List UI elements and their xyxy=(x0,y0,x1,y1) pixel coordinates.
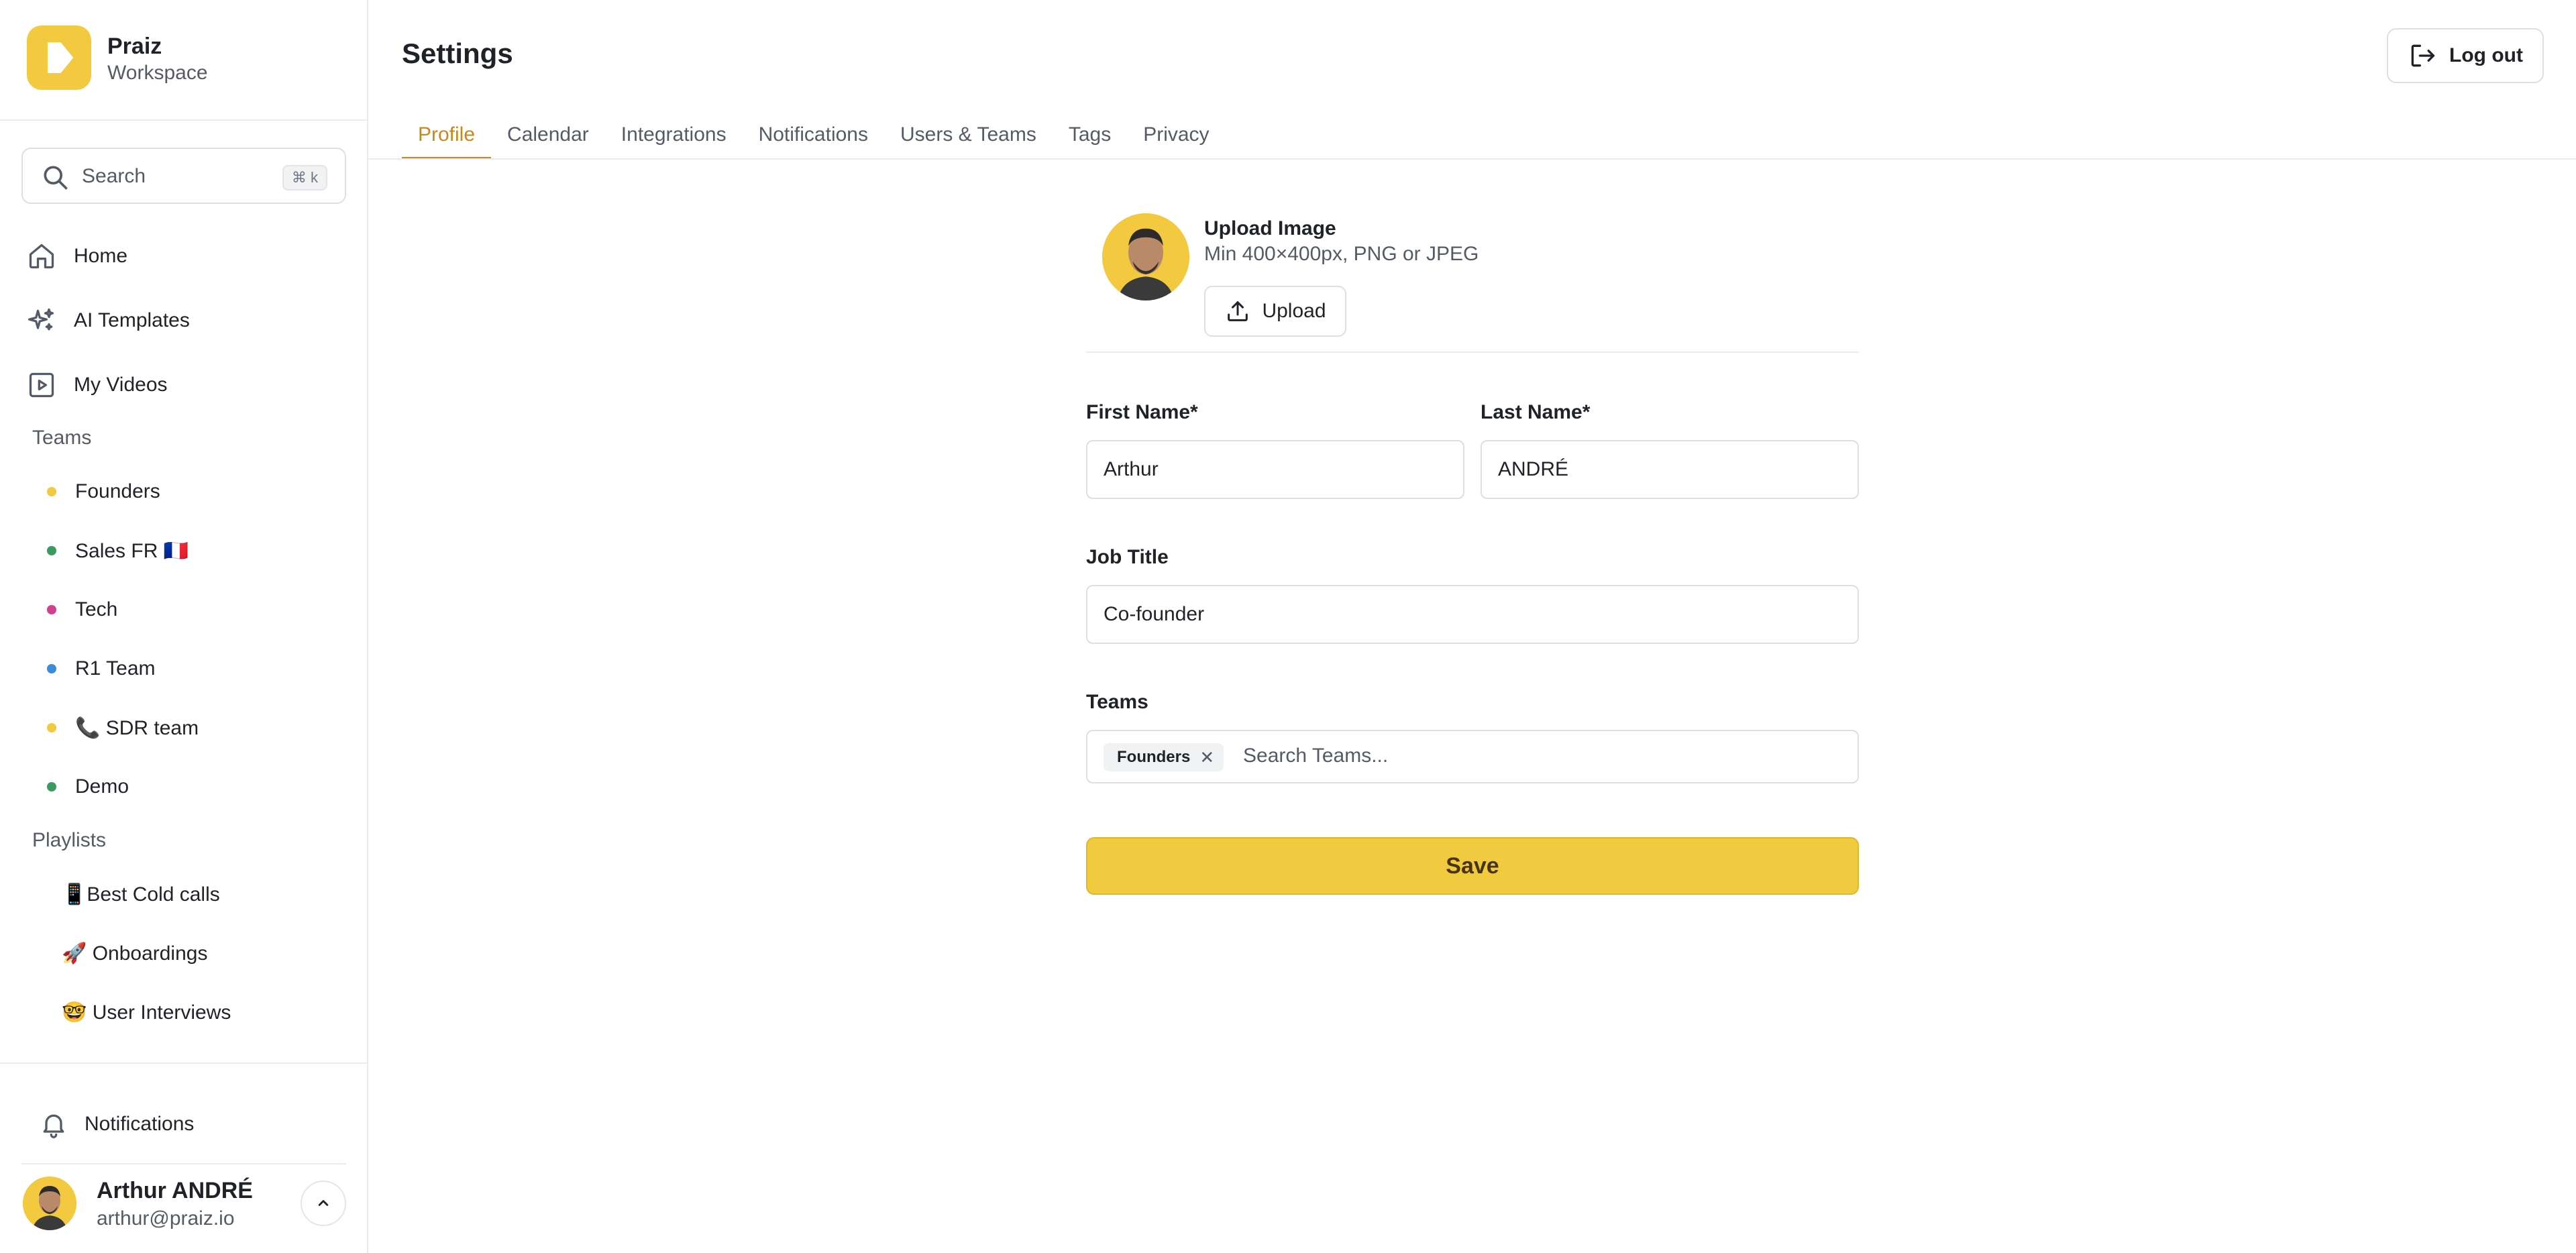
team-color-dot xyxy=(47,664,56,673)
app-root: Praiz Workspace Search ⌘ k Home AI Templ… xyxy=(0,0,2576,1253)
sidebar-team-item[interactable]: R1 Team xyxy=(47,652,156,686)
logout-button[interactable]: Log out xyxy=(2387,28,2544,83)
last-name-label: Last Name* xyxy=(1481,401,1591,423)
user-menu-button[interactable] xyxy=(301,1181,346,1226)
logout-label: Log out xyxy=(2449,44,2523,66)
team-label: Sales FR 🇫🇷 xyxy=(75,539,189,562)
workspace-subtitle: Workspace xyxy=(107,62,208,84)
sidebar-playlist-item[interactable]: 📱Best Cold calls xyxy=(62,877,220,911)
last-name-field[interactable] xyxy=(1481,440,1859,499)
divider xyxy=(1086,351,1859,353)
sidebar-item-ai-templates[interactable]: AI Templates xyxy=(27,301,190,341)
video-icon xyxy=(29,372,54,398)
team-chip-label: Founders xyxy=(1117,748,1191,766)
tab-profile[interactable]: Profile xyxy=(402,115,492,160)
upload-icon xyxy=(1228,301,1248,321)
tab-users-teams[interactable]: Users & Teams xyxy=(884,115,1053,160)
team-label: R1 Team xyxy=(75,657,156,679)
team-color-dot xyxy=(47,723,56,732)
teams-label: Teams xyxy=(1086,691,1148,713)
close-icon[interactable]: ✕ xyxy=(1199,747,1214,768)
sidebar-item-notifications[interactable]: Notifications xyxy=(39,1104,194,1144)
page-title: Settings xyxy=(402,38,513,69)
team-color-dot xyxy=(47,546,56,555)
team-label: Founders xyxy=(75,480,160,502)
tab-privacy[interactable]: Privacy xyxy=(1127,115,1225,160)
sidebar-playlist-item[interactable]: 🤓 User Interviews xyxy=(62,995,231,1029)
avatar[interactable] xyxy=(23,1177,76,1230)
upload-button-label: Upload xyxy=(1262,300,1326,322)
teams-multiselect[interactable]: Founders ✕ Search Teams... xyxy=(1086,730,1859,783)
team-label: 📞 SDR team xyxy=(75,716,199,739)
bell-icon xyxy=(43,1114,64,1138)
tab-tags[interactable]: Tags xyxy=(1053,115,1127,160)
job-title-label: Job Title xyxy=(1086,546,1169,568)
search-label: Search xyxy=(82,165,146,187)
save-button[interactable]: Save xyxy=(1086,837,1859,895)
workspace-switcher[interactable]: Praiz Workspace xyxy=(0,0,367,121)
sidebar-item-label: Notifications xyxy=(85,1113,195,1135)
team-color-dot xyxy=(47,782,56,792)
upload-hint: Min 400×400px, PNG or JPEG xyxy=(1204,243,1479,265)
sidebar: Praiz Workspace Search ⌘ k Home AI Templ… xyxy=(0,0,368,1253)
tab-integrations[interactable]: Integrations xyxy=(605,115,743,160)
team-color-dot xyxy=(47,605,56,614)
sidebar-team-item[interactable]: Founders xyxy=(47,475,160,508)
sidebar-team-item[interactable]: 📞 SDR team xyxy=(47,711,199,745)
sparkles-icon xyxy=(28,308,54,331)
playlists-section-title: Playlists xyxy=(32,829,107,851)
sidebar-item-label: AI Templates xyxy=(74,309,190,331)
job-title-field[interactable] xyxy=(1086,585,1859,644)
sidebar-item-home[interactable]: Home xyxy=(27,236,127,276)
team-label: Tech xyxy=(75,598,118,620)
search-shortcut: ⌘ k xyxy=(282,165,327,190)
team-chip: Founders ✕ xyxy=(1104,743,1224,771)
sidebar-team-item[interactable]: Tech xyxy=(47,593,117,626)
workspace-name: Praiz xyxy=(107,34,162,59)
teams-section-title: Teams xyxy=(32,427,92,449)
first-name-label: First Name* xyxy=(1086,401,1198,423)
sidebar-item-my-videos[interactable]: My Videos xyxy=(27,365,168,405)
praiz-logo-icon xyxy=(27,25,91,90)
settings-tabs: Profile Calendar Integrations Notificati… xyxy=(402,115,1226,160)
sidebar-search[interactable]: Search ⌘ k xyxy=(21,148,346,204)
team-color-dot xyxy=(47,487,56,496)
tabs-divider xyxy=(368,158,2576,160)
main-content: Settings Log out Profile Calendar Integr… xyxy=(368,0,2576,1253)
profile-avatar[interactable] xyxy=(1102,213,1189,301)
upload-button[interactable]: Upload xyxy=(1204,286,1346,337)
teams-search-input[interactable]: Search Teams... xyxy=(1243,745,1388,767)
sidebar-team-item[interactable]: Demo xyxy=(47,770,129,804)
search-icon xyxy=(44,166,68,190)
sidebar-footer: Notifications Arthur ANDRÉ arthur@praiz.… xyxy=(0,1063,367,1253)
chevron-up-icon xyxy=(318,1200,329,1206)
divider xyxy=(21,1163,346,1164)
home-icon xyxy=(29,243,54,269)
sidebar-playlist-item[interactable]: 🚀 Onboardings xyxy=(62,936,207,970)
user-name: Arthur ANDRÉ xyxy=(97,1178,253,1203)
sidebar-item-label: My Videos xyxy=(74,374,168,396)
logout-icon xyxy=(2411,44,2435,67)
team-label: Demo xyxy=(75,775,129,798)
sidebar-team-item[interactable]: Sales FR 🇫🇷 xyxy=(47,534,189,567)
tab-notifications[interactable]: Notifications xyxy=(743,115,884,160)
upload-title: Upload Image xyxy=(1204,217,1336,239)
sidebar-item-label: Home xyxy=(74,245,128,267)
first-name-field[interactable] xyxy=(1086,440,1464,499)
tab-calendar[interactable]: Calendar xyxy=(491,115,605,160)
user-email: arthur@praiz.io xyxy=(97,1207,235,1230)
